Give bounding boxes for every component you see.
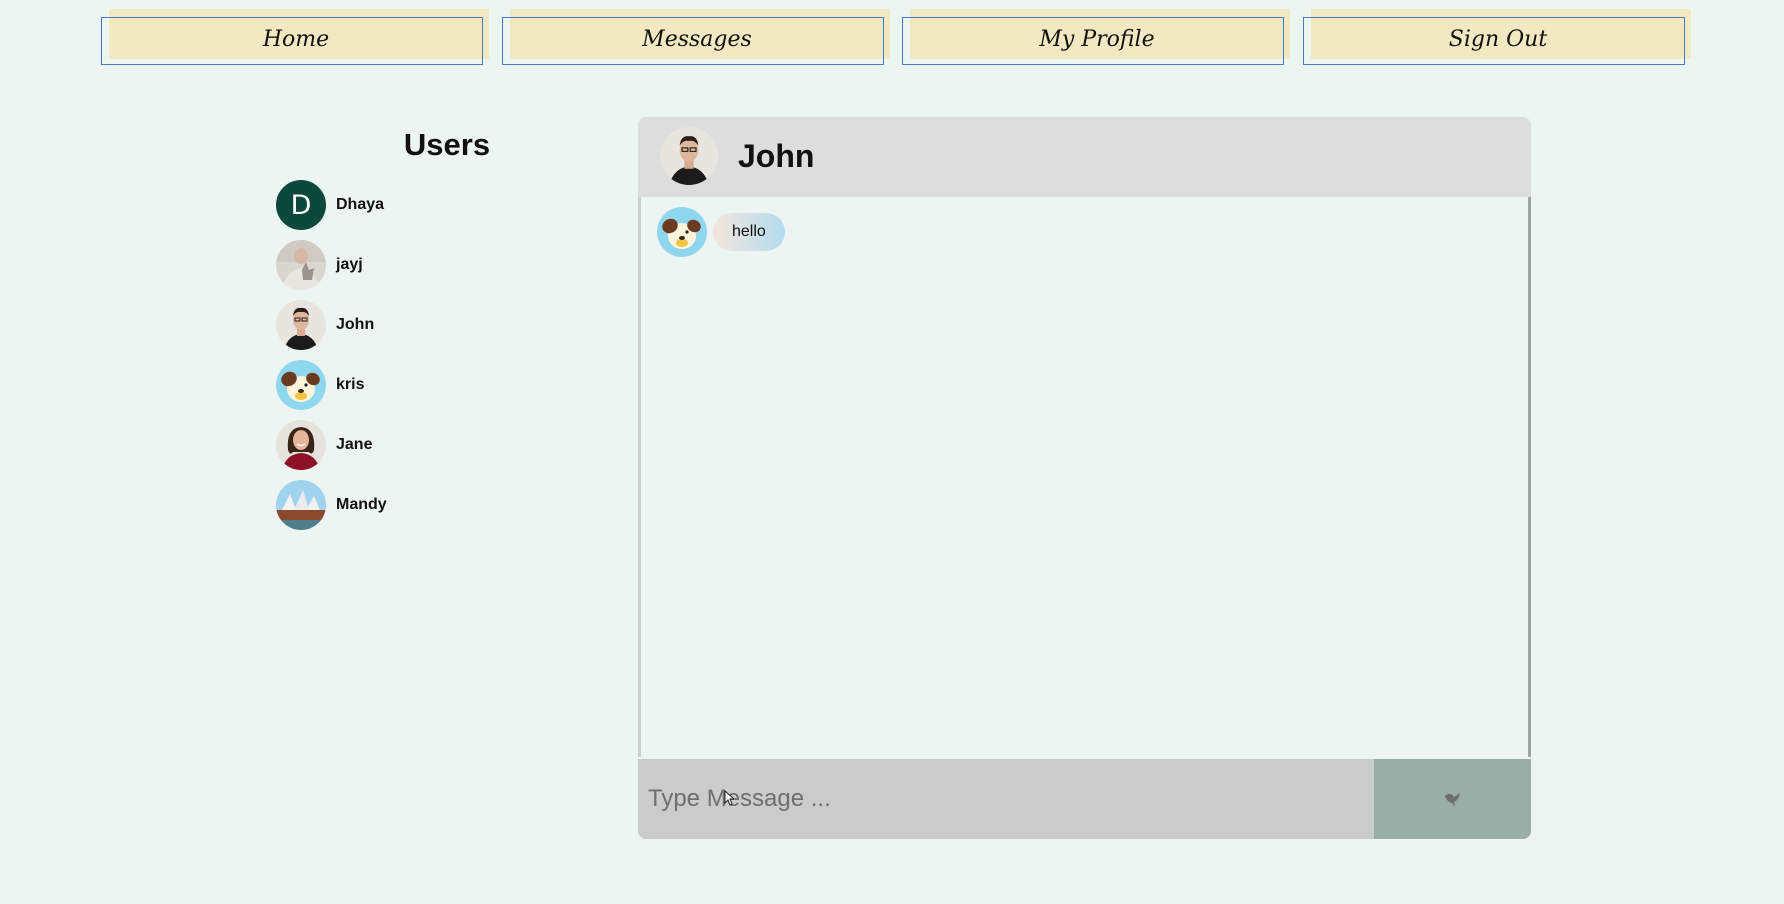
avatar-jayj <box>276 240 326 290</box>
user-item-jayj[interactable]: jayj <box>276 235 387 295</box>
opera-house-photo-icon <box>276 480 326 530</box>
user-name: Mandy <box>336 496 387 513</box>
nav-messages-label: Messages <box>642 27 752 52</box>
avatar-kris <box>276 360 326 410</box>
message-input[interactable] <box>638 759 1374 839</box>
nav-my-profile-label: My Profile <box>1039 27 1155 52</box>
man-with-cat-photo-icon <box>276 240 326 290</box>
top-nav: Home Messages My Profile Sign Out <box>0 0 1784 80</box>
cartoon-dog-icon <box>657 207 707 257</box>
chat-header-avatar <box>660 127 718 185</box>
message-bubble: hello <box>713 213 785 251</box>
nav-home-label: Home <box>262 27 330 52</box>
message-item: hello <box>657 207 785 257</box>
send-bird-icon <box>1444 793 1460 807</box>
user-name: jayj <box>336 256 363 273</box>
nav-sign-out-button[interactable]: Sign Out <box>1303 9 1691 67</box>
user-item-kris[interactable]: kris <box>276 355 387 415</box>
user-item-john[interactable]: John <box>276 295 387 355</box>
send-button[interactable] <box>1374 759 1531 839</box>
chat-title: John <box>738 138 815 174</box>
man-glasses-photo-icon <box>660 127 718 185</box>
nav-messages-button[interactable]: Messages <box>502 9 890 67</box>
nav-my-profile-button[interactable]: My Profile <box>902 9 1290 67</box>
avatar-jane <box>276 420 326 470</box>
user-name: John <box>336 316 375 333</box>
nav-sign-out-label: Sign Out <box>1448 27 1548 52</box>
man-glasses-photo-icon <box>276 300 326 350</box>
message-composer <box>638 759 1531 839</box>
user-item-mandy[interactable]: Mandy <box>276 475 387 535</box>
user-name: Jane <box>336 436 373 453</box>
avatar-mandy <box>276 480 326 530</box>
chat-panel: John hello <box>638 117 1531 839</box>
nav-home-button[interactable]: Home <box>101 9 489 67</box>
chat-header: John <box>638 117 1531 197</box>
user-name: kris <box>336 376 365 393</box>
user-item-jane[interactable]: Jane <box>276 415 387 475</box>
woman-smiling-photo-icon <box>276 420 326 470</box>
user-name: Dhaya <box>336 196 385 213</box>
avatar-initial: D <box>290 189 312 221</box>
user-list: D Dhaya jayj John kris Jane Mandy <box>276 175 387 535</box>
cartoon-dog-icon <box>276 360 326 410</box>
message-list[interactable]: hello <box>638 197 1531 757</box>
users-heading: Users <box>403 127 491 162</box>
user-item-dhaya[interactable]: D Dhaya <box>276 175 387 235</box>
avatar-john <box>276 300 326 350</box>
message-sender-avatar <box>657 207 707 257</box>
avatar-dhaya: D <box>276 180 326 230</box>
